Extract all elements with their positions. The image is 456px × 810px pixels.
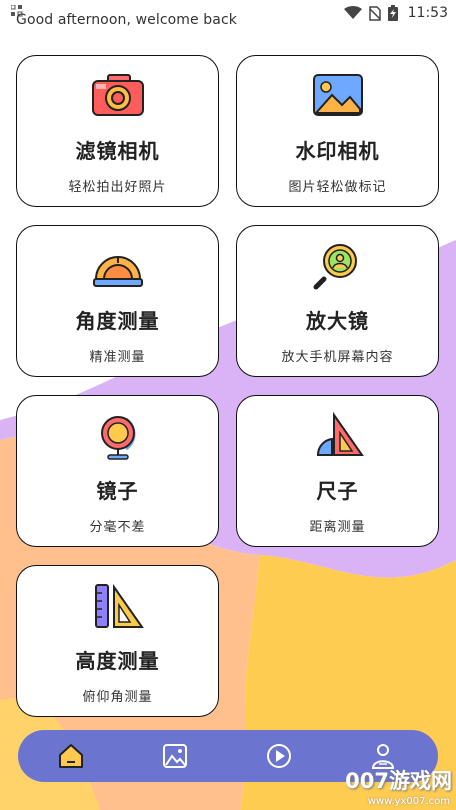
- no-sim-icon: [368, 5, 381, 21]
- clock: 11:53: [407, 5, 448, 21]
- triangle-ruler-icon: [316, 411, 364, 456]
- card-magnifier[interactable]: 放大镜 放大手机屏幕内容: [236, 225, 439, 377]
- home-icon[interactable]: [56, 741, 86, 771]
- card-filter-camera[interactable]: 滤镜相机 轻松拍出好照片: [16, 55, 219, 207]
- card-title: 放大镜: [306, 309, 369, 333]
- mirror-icon: [100, 416, 135, 460]
- camera-icon: [91, 74, 144, 116]
- wifi-icon: [343, 6, 362, 19]
- picture-icon: [312, 74, 363, 116]
- status-bar: Good afternoon, welcome back 11:53: [0, 0, 456, 30]
- play-icon[interactable]: [264, 741, 294, 771]
- card-subtitle: 分毫不差: [89, 520, 146, 535]
- card-subtitle: 精准测量: [89, 350, 146, 365]
- card-title: 高度测量: [75, 649, 160, 673]
- card-ruler[interactable]: 尺子 距离测量: [236, 395, 439, 547]
- card-subtitle: 距离测量: [309, 520, 366, 535]
- card-mirror[interactable]: 镜子 分毫不差: [16, 395, 219, 547]
- card-title: 镜子: [96, 479, 139, 503]
- magnifier-icon: [313, 244, 357, 290]
- battery-charging-icon: [387, 5, 398, 21]
- protractor-icon: [92, 256, 143, 287]
- watermark-logo: 007游戏网: [345, 769, 452, 793]
- gallery-icon[interactable]: [160, 741, 190, 771]
- card-watermark-camera[interactable]: 水印相机 图片轻松做标记: [236, 55, 439, 207]
- watermark-url: www.yx007.com: [367, 796, 450, 807]
- card-title: 滤镜相机: [75, 139, 160, 163]
- greeting-text: Good afternoon, welcome back: [16, 12, 237, 28]
- card-title: 角度测量: [75, 309, 160, 333]
- card-angle-measure[interactable]: 角度测量 精准测量: [16, 225, 219, 377]
- card-title: 尺子: [316, 479, 359, 503]
- card-subtitle: 俯仰角测量: [82, 690, 153, 705]
- card-title: 水印相机: [295, 139, 380, 163]
- card-subtitle: 轻松拍出好照片: [68, 180, 167, 195]
- height-ruler-icon: [94, 583, 144, 628]
- card-height-measure[interactable]: 高度测量 俯仰角测量: [16, 565, 219, 717]
- card-subtitle: 图片轻松做标记: [288, 180, 387, 195]
- card-subtitle: 放大手机屏幕内容: [281, 350, 394, 365]
